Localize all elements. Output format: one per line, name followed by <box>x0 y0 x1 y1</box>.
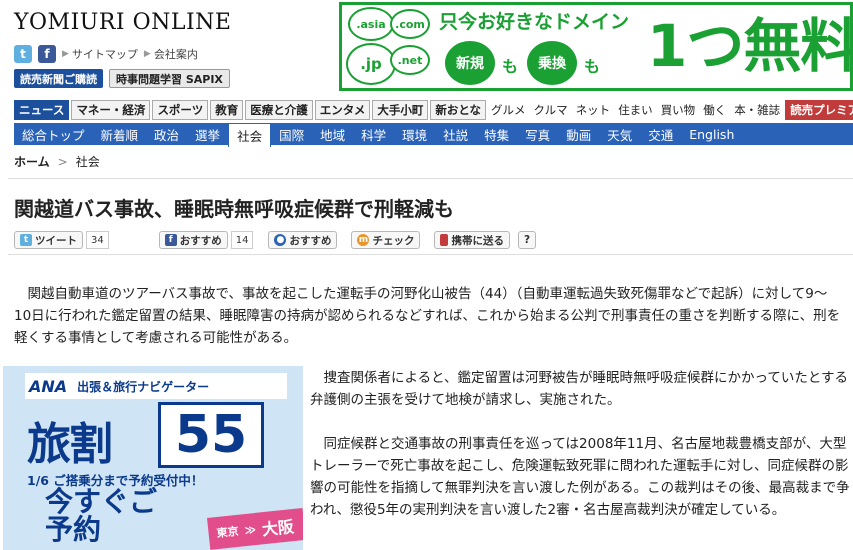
ana-ad-tabiwari: 旅割 <box>27 419 113 470</box>
tweet-button[interactable]: t ツイート <box>14 231 83 249</box>
section-subnav: 総合トップ 新着順 政治 選挙 社会 国際 地域 科学 環境 社説 特集 写真 動画 天気 交通 Englis… <box>14 123 853 147</box>
category-tab[interactable]: マネー・経済 <box>71 100 151 120</box>
mixi-check-button[interactable]: m チェック <box>351 231 421 249</box>
category-tabs: ニュース マネー・経済 スポーツ 教育 医療と介護 エンタメ 大手小町 新おとな グルメ クルマネ… <box>14 100 853 120</box>
category-tab[interactable]: 大手小町 <box>372 100 429 120</box>
category-tab[interactable]: 新おとな <box>430 100 487 120</box>
breadcrumb: ホーム > 社会 <box>14 153 100 170</box>
category-tab[interactable]: エンタメ <box>314 100 371 120</box>
ana-ad-cta: 今すぐご予約 <box>45 485 158 546</box>
divider <box>8 254 853 255</box>
category-tab[interactable]: 住まい <box>615 100 656 120</box>
subnav-item[interactable]: 天気 <box>599 123 640 145</box>
facebook-count: 14 <box>230 231 254 249</box>
category-tab[interactable]: グルメ <box>488 100 529 120</box>
ana-ad-subtitle: 出張＆旅行ナビゲーター <box>77 379 210 394</box>
subnav-item[interactable]: 地域 <box>312 123 353 145</box>
subnav-item[interactable]: 国際 <box>271 123 312 145</box>
header-social-row: t f ▶ サイトマップ ▶ 会社案内 <box>14 45 198 63</box>
article-paragraph: 捜査関係者によると、鑑定留置は河野被告が睡眠時無呼吸症候群にかかっていたとする弁… <box>310 370 848 408</box>
domain-badge-net: .net <box>390 45 430 75</box>
banner-headline: 只今お好きなドメイン <box>439 11 630 33</box>
subnav-item[interactable]: 特集 <box>476 123 517 145</box>
category-tab[interactable]: 買い物 <box>658 100 699 120</box>
category-tab[interactable]: 教育 <box>210 100 244 120</box>
subnav-item[interactable]: 動画 <box>558 123 599 145</box>
twitter-icon: t <box>20 234 32 246</box>
article-lead-paragraph: 関越自動車道のツアーバス事故で、事故を起こした運転手の河野化山被告（44）（自動… <box>14 286 841 346</box>
mobile-phone-icon <box>440 234 449 246</box>
banner-big-text: 1つ無料 <box>647 12 853 80</box>
subnav-item[interactable]: English <box>681 123 742 145</box>
facebook-icon[interactable]: f <box>38 45 56 63</box>
ana-side-ad[interactable]: ANA 出張＆旅行ナビゲーター 旅割 55 1/6 ご搭乗分まで予約受付中！ 今… <box>3 366 303 550</box>
company-info-link[interactable]: ▶ 会社案内 <box>144 46 198 62</box>
banner-mo: も <box>502 57 519 76</box>
subnav-item[interactable]: 総合トップ <box>14 123 93 145</box>
breadcrumb-current: 社会 <box>75 155 100 169</box>
subnav-item[interactable]: 選挙 <box>187 123 228 145</box>
article-paragraph: 同症候群と交通事故の刑事責任を巡っては2008年11月、名古屋地裁豊橋支部が、大… <box>310 436 850 518</box>
recommend-button[interactable]: ● おすすめ <box>268 231 338 249</box>
tweet-count: 34 <box>86 231 109 249</box>
subnav-item[interactable]: 写真 <box>517 123 558 145</box>
ana-logo: ANA <box>29 376 68 396</box>
ana-ad-route: 東京 ≫ 大阪 <box>207 507 303 550</box>
banner-pill-new: 新規 <box>445 41 495 85</box>
domain-banner-ad[interactable]: .asia .com .jp .net 只今お好きなドメイン 新規 も 乗換 も… <box>339 2 853 91</box>
category-tab[interactable]: 本・雑誌 <box>731 100 783 120</box>
check-icon: m <box>357 234 370 246</box>
arrow-right-icon: ▶ <box>62 49 69 59</box>
breadcrumb-home[interactable]: ホーム <box>14 153 50 170</box>
domain-badge-asia: .asia <box>348 7 394 41</box>
category-tab[interactable]: 医療と介護 <box>245 100 313 120</box>
twitter-icon[interactable]: t <box>14 45 32 63</box>
subnav-item[interactable]: 社説 <box>435 123 476 145</box>
send-to-mobile-button[interactable]: 携帯に送る <box>434 231 510 249</box>
header-button-row: 読売新聞ご購読 時事問題学習 SAPIX <box>14 69 230 88</box>
share-toolbar: t ツイート 34 f おすすめ 14 ● おすすめ m チェック 携帯に送る … <box>14 231 537 249</box>
category-tab[interactable]: 働く <box>700 100 729 120</box>
ana-ad-number: 55 <box>158 402 264 468</box>
category-tab[interactable]: 読売プレミアム <box>785 100 853 120</box>
facebook-icon: f <box>164 234 177 246</box>
ana-ad-header: ANA 出張＆旅行ナビゲーター <box>25 373 287 399</box>
category-tab[interactable]: クルマ <box>531 100 571 120</box>
recommend-icon: ● <box>274 234 287 246</box>
subnav-item[interactable]: 政治 <box>146 123 187 145</box>
sitemap-link[interactable]: ▶ サイトマップ <box>62 46 138 62</box>
category-tab[interactable]: スポーツ <box>152 100 209 120</box>
category-tab[interactable]: ニュース <box>14 100 70 120</box>
article-title: 関越道バス事故、睡眠時無呼吸症候群で刑軽減も <box>14 197 454 221</box>
subnav-item[interactable]: 社会 <box>228 123 272 147</box>
facebook-recommend-button[interactable]: f おすすめ <box>158 231 228 249</box>
divider <box>8 178 853 179</box>
banner-mo: も <box>584 57 601 76</box>
subnav-item[interactable]: 新着順 <box>93 123 147 145</box>
category-tab[interactable]: ネット <box>573 100 614 120</box>
sapix-button[interactable]: 時事問題学習 SAPIX <box>109 69 230 88</box>
site-logo[interactable]: YOMIURI ONLINE <box>14 10 231 35</box>
subnav-item[interactable]: 環境 <box>394 123 435 145</box>
banner-pill-change: 乗換 <box>527 41 577 85</box>
subscribe-button[interactable]: 読売新聞ご購読 <box>14 69 103 88</box>
domain-badge-com: .com <box>390 9 430 39</box>
help-button[interactable]: ? <box>517 231 537 249</box>
subnav-item[interactable]: 交通 <box>640 123 681 145</box>
breadcrumb-separator: > <box>57 154 68 169</box>
subnav-item[interactable]: 科学 <box>353 123 394 145</box>
domain-badge-jp: .jp <box>346 43 396 85</box>
arrow-right-icon: ▶ <box>143 49 151 59</box>
